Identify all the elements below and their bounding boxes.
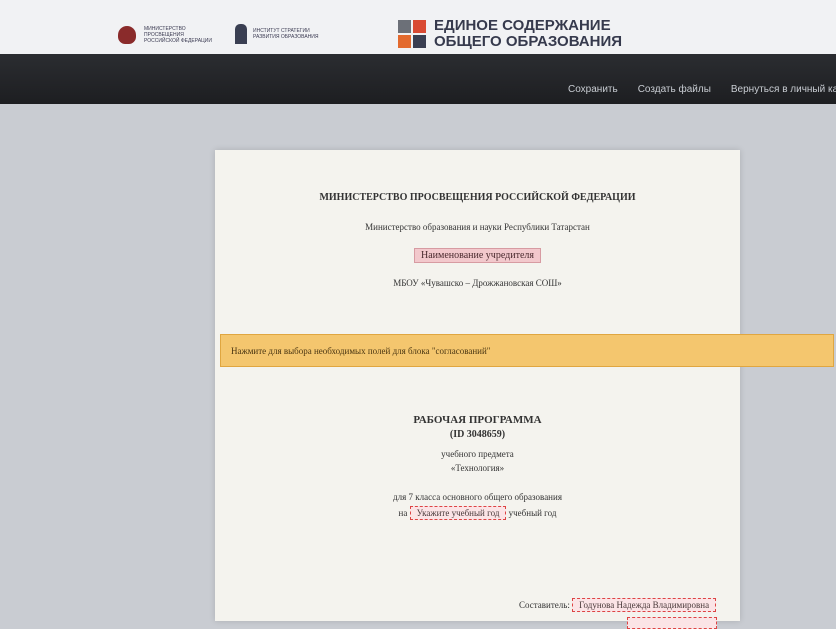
ministry-heading: МИНИСТЕРСТВО ПРОСВЕЩЕНИЯ РОССИЙСКОЙ ФЕДЕ… (319, 192, 636, 203)
academic-year-field[interactable]: Укажите учебный год (409, 506, 507, 520)
class-text: для 7 класса основного общего образовани… (393, 492, 562, 502)
founder-field[interactable]: Наименование учредителя (414, 248, 541, 263)
year-suffix: учебный год (508, 508, 557, 518)
brand-squares-icon (398, 20, 426, 48)
author-label: Составитель: (519, 600, 570, 610)
nav-bar (0, 54, 836, 104)
year-prefix: на (398, 508, 408, 518)
author-field[interactable]: Годунова Надежда Владимировна (572, 598, 717, 612)
regional-ministry: Министерство образования и науки Республ… (365, 222, 590, 232)
back-to-cabinet-link[interactable]: Вернуться в личный каби (731, 84, 836, 95)
ministry-logo: МИНИСТЕРСТВО ПРОСВЕЩЕНИЯ РОССИЙСКОЙ ФЕДЕ… (118, 26, 214, 44)
ministry-logo-text: МИНИСТЕРСТВО ПРОСВЕЩЕНИЯ РОССИЙСКОЙ ФЕДЕ… (144, 26, 212, 44)
institute-logo-text: ИНСТИТУТ СТРАТЕГИИ РАЗВИТИЯ ОБРАЗОВАНИЯ (253, 28, 319, 40)
brand-title-line1: ЕДИНОЕ СОДЕРЖАНИЕ (434, 17, 611, 34)
author-row: Составитель: Годунова Надежда Владимиров… (519, 598, 717, 612)
subject-label: учебного предмета (441, 449, 514, 459)
approvals-notice[interactable]: Нажмите для выбора необходимых полей для… (220, 334, 834, 367)
academic-year-row: на Укажите учебный год учебный год (215, 506, 740, 520)
institute-building-icon (235, 24, 247, 44)
document-sheet: МИНИСТЕРСТВО ПРОСВЕЩЕНИЯ РОССИЙСКОЙ ФЕДЕ… (215, 150, 740, 629)
nav-links: Сохранить Создать файлы Вернуться в личн… (568, 84, 836, 95)
create-files-button[interactable]: Создать файлы (638, 84, 711, 95)
subject-name: «Технология» (450, 463, 505, 473)
author-position-field[interactable] (627, 617, 717, 629)
brand-logo: ЕДИНОЕ СОДЕРЖАНИЕ ОБЩЕГО ОБРАЗОВАНИЯ (398, 18, 622, 50)
school-name: МБОУ «Чувашско – Дрожжановская СОШ» (393, 278, 562, 288)
program-id: (ID 3048659) (449, 429, 506, 440)
brand-title-line2: ОБЩЕГО ОБРАЗОВАНИЯ (434, 33, 623, 50)
program-title: РАБОЧАЯ ПРОГРАММА (413, 414, 542, 426)
eagle-emblem-icon (118, 26, 136, 44)
save-button[interactable]: Сохранить (568, 84, 618, 95)
institute-logo: ИНСТИТУТ СТРАТЕГИИ РАЗВИТИЯ ОБРАЗОВАНИЯ (235, 24, 323, 44)
top-header: МИНИСТЕРСТВО ПРОСВЕЩЕНИЯ РОССИЙСКОЙ ФЕДЕ… (0, 0, 836, 54)
